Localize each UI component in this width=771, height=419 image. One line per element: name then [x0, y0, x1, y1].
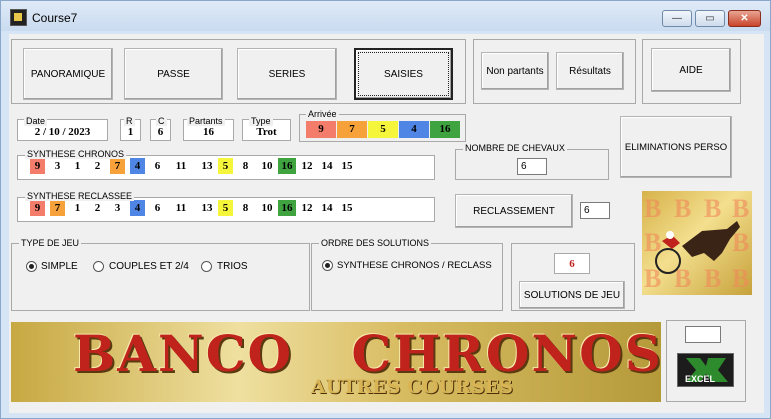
- partants-label: Partants: [187, 116, 225, 126]
- synthese-chronos-item: 14: [321, 160, 333, 172]
- excel-input[interactable]: [685, 326, 721, 343]
- client-area: PANORAMIQUE PASSE SERIES SAISIES Non par…: [9, 34, 764, 413]
- synthese-chronos-item: 11: [175, 160, 187, 172]
- synthese-chronos-item: 3: [54, 160, 61, 172]
- synthese-chronos-item: 4: [130, 158, 145, 174]
- banco-chronos-banner: BANCO CHRONOS AUTRES COURSES: [11, 322, 661, 402]
- arrivee-label: Arrivée: [306, 109, 339, 119]
- chevaux-label: NOMBRE DE CHEVAUX: [463, 143, 567, 153]
- synthese-reclassee-item: 9: [30, 200, 45, 216]
- svg-text:EXCEL: EXCEL: [685, 374, 716, 384]
- couples-radio[interactable]: [93, 261, 104, 272]
- reunion-label: R: [124, 116, 135, 126]
- synthese-chronos-item: 5: [218, 158, 233, 174]
- reclassement-input[interactable]: 6: [580, 202, 610, 219]
- passe-button[interactable]: PASSE: [124, 48, 223, 100]
- app-window: Course7 — ▭ ✕ PANORAMIQUE PASSE SERIES S…: [0, 0, 771, 419]
- svg-text:B: B: [704, 264, 721, 293]
- svg-text:B: B: [644, 194, 661, 223]
- title-bar: Course7 — ▭ ✕: [1, 1, 770, 31]
- synthese-reclassee-item: 8: [242, 202, 249, 214]
- close-button[interactable]: ✕: [728, 10, 761, 27]
- synthese-reclassee-item: 15: [341, 202, 353, 214]
- eliminations-perso-button[interactable]: ELIMINATIONS PERSO: [620, 116, 732, 178]
- excel-button[interactable]: EXCEL: [677, 353, 734, 387]
- arrivee-list: 9 7 5 4 16: [306, 121, 462, 139]
- ordre-label: ORDRE DES SOLUTIONS: [319, 238, 432, 248]
- non-partants-button[interactable]: Non partants: [481, 52, 549, 90]
- arrivee-item: 4: [399, 121, 429, 138]
- synthese-chronos-label: SYNTHESE CHRONOS: [25, 149, 127, 159]
- synthese-reclassee-item: 13: [201, 202, 213, 214]
- synthese-reclassee-item: 2: [94, 202, 101, 214]
- svg-text:B: B: [674, 194, 691, 223]
- synthese-reclassee-item: 12: [301, 202, 313, 214]
- reclassement-button[interactable]: RECLASSEMENT: [455, 194, 573, 228]
- synthese-reclassee-item: 14: [321, 202, 333, 214]
- synthese-reclassee-item: 5: [218, 200, 233, 216]
- synthese-reclassee-item: 11: [175, 202, 187, 214]
- synthese-chronos-item: 1: [74, 160, 81, 172]
- banco-emblem: BBBB BB BBBB: [642, 191, 752, 295]
- synthese-chronos-item: 15: [341, 160, 353, 172]
- synthese-reclass-label: SYNTHESE CHRONOS / RECLASS: [337, 260, 492, 271]
- solutions-de-jeu-button[interactable]: SOLUTIONS DE JEU: [519, 281, 625, 309]
- arrivee-item: 5: [368, 121, 398, 138]
- type-jeu-group: [11, 243, 310, 311]
- aide-button[interactable]: AIDE: [651, 48, 731, 92]
- synthese-reclassee-item: 7: [50, 200, 65, 216]
- simple-radio[interactable]: [26, 261, 37, 272]
- date-label: Date: [24, 116, 48, 126]
- banner-subtitle: AUTRES COURSES: [311, 376, 514, 398]
- arrivee-item: 7: [337, 121, 367, 138]
- ordre-group: [311, 243, 503, 311]
- synthese-chronos-item: 7: [110, 158, 125, 174]
- chevaux-input[interactable]: 6: [517, 158, 547, 175]
- panoramique-button[interactable]: PANORAMIQUE: [23, 48, 113, 100]
- resultats-button[interactable]: Résultats: [556, 52, 624, 90]
- course-label: C: [156, 116, 167, 126]
- type-jeu-label: TYPE DE JEU: [19, 238, 82, 248]
- simple-label: SIMPLE: [41, 261, 78, 272]
- synthese-chronos-item: 13: [201, 160, 213, 172]
- maximize-button[interactable]: ▭: [695, 10, 725, 27]
- svg-text:B: B: [704, 194, 721, 223]
- svg-text:B: B: [732, 264, 749, 293]
- solutions-count: 6: [554, 253, 590, 274]
- synthese-chronos-item: 6: [154, 160, 161, 172]
- synthese-chronos-item: 10: [261, 160, 273, 172]
- window-title: Course7: [32, 11, 78, 25]
- couples-label: COUPLES ET 2/4: [109, 261, 189, 272]
- saisies-button[interactable]: SAISIES: [354, 48, 453, 100]
- svg-text:B: B: [732, 194, 749, 223]
- arrivee-item: 9: [306, 121, 336, 138]
- type-label: Type: [249, 116, 273, 126]
- synthese-chronos-item: 12: [301, 160, 313, 172]
- synthese-chronos-item: 9: [30, 158, 45, 174]
- series-button[interactable]: SERIES: [237, 48, 337, 100]
- synthese-reclassee-item: 1: [74, 202, 81, 214]
- synthese-chronos-item: 8: [242, 160, 249, 172]
- app-icon: [10, 9, 27, 26]
- trios-label: TRIOS: [217, 261, 248, 272]
- synthese-reclass-radio[interactable]: [322, 260, 333, 271]
- trios-radio[interactable]: [201, 261, 212, 272]
- minimize-button[interactable]: —: [662, 10, 692, 27]
- synthese-reclassee-item: 6: [154, 202, 161, 214]
- synthese-reclassee-label: SYNTHESE RECLASSEE: [25, 191, 135, 201]
- banner-title: BANCO CHRONOS: [73, 324, 661, 383]
- synthese-chronos-item: 2: [94, 160, 101, 172]
- synthese-reclassee-item: 16: [278, 200, 296, 216]
- synthese-chronos-item: 16: [278, 158, 296, 174]
- sulky-horse-icon: BBBB BB BBBB: [644, 194, 749, 293]
- excel-icon: EXCEL: [685, 358, 728, 384]
- synthese-reclassee-item: 3: [114, 202, 121, 214]
- arrivee-item: 16: [430, 121, 460, 138]
- synthese-reclassee-item: 4: [130, 200, 145, 216]
- synthese-reclassee-item: 10: [261, 202, 273, 214]
